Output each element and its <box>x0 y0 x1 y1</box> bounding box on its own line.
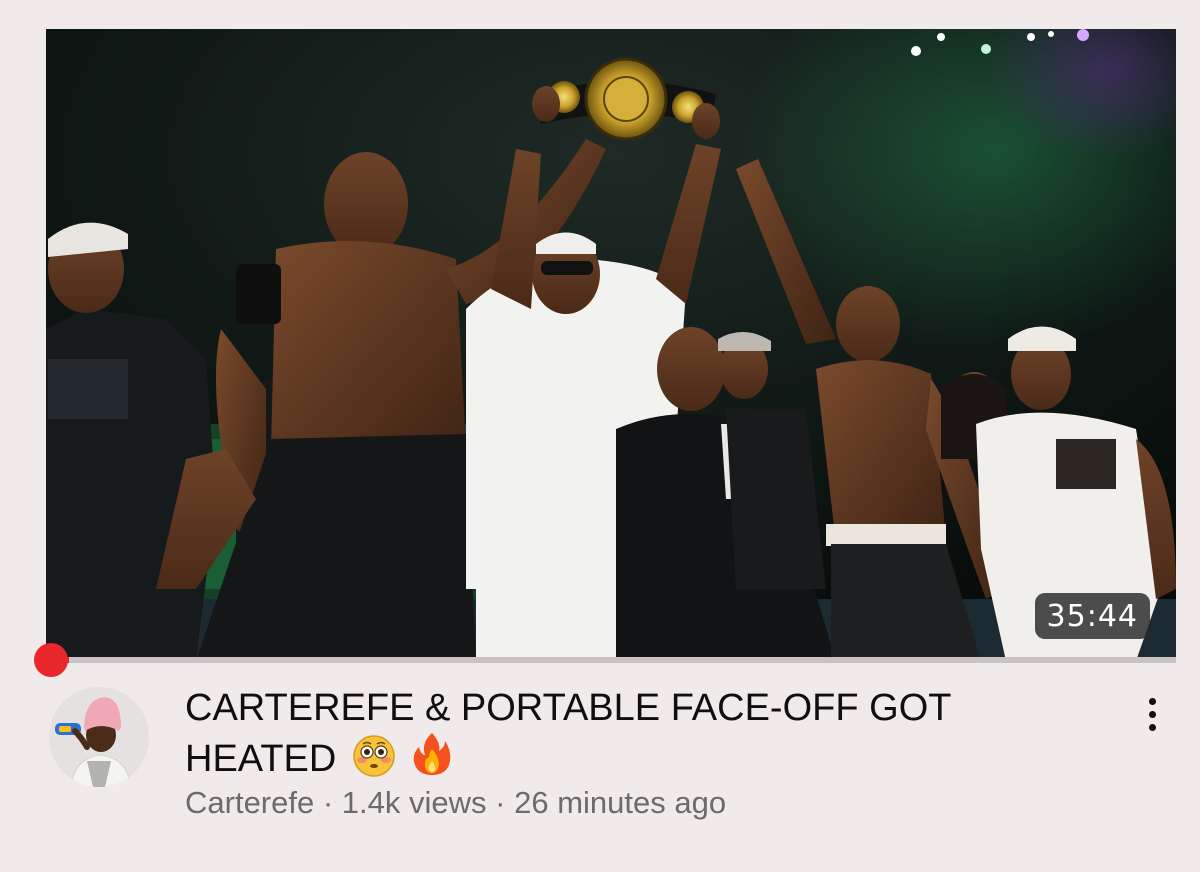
menu-dot <box>1148 697 1156 705</box>
video-title[interactable]: CARTEREFE & PORTABLE FACE-OFF GOT HEATED <box>185 686 1085 788</box>
video-title-line1: CARTEREFE & PORTABLE FACE-OFF GOT <box>185 687 952 729</box>
progress-scrubber-dot[interactable] <box>34 643 68 677</box>
view-count: 1.4k views <box>341 785 487 820</box>
upload-age: 26 minutes ago <box>514 785 727 820</box>
flushed-face-icon <box>353 735 395 788</box>
thumbnail-image <box>46 29 1176 661</box>
meta-separator: · <box>486 785 515 820</box>
video-title-line2: HEATED <box>185 738 337 780</box>
channel-name[interactable]: Carterefe <box>185 785 314 820</box>
video-metadata: Carterefe · 1.4k views · 26 minutes ago <box>185 785 726 821</box>
video-duration-badge: 35:44 <box>1034 593 1150 639</box>
fire-icon <box>411 731 453 788</box>
menu-dot <box>1148 723 1156 731</box>
watch-progress-bar <box>46 657 1176 663</box>
video-thumbnail[interactable]: 35:44 <box>46 29 1176 661</box>
video-title-line2-wrap: HEATED <box>185 731 1085 788</box>
channel-avatar[interactable] <box>49 687 149 787</box>
video-card[interactable]: 35:44 CARTEREFE & PORTABLE FACE-OFF GOT … <box>0 0 1200 872</box>
more-vertical-icon[interactable] <box>1134 690 1170 738</box>
meta-separator: · <box>314 785 342 820</box>
menu-dot <box>1148 710 1156 718</box>
avatar-image <box>49 687 149 787</box>
